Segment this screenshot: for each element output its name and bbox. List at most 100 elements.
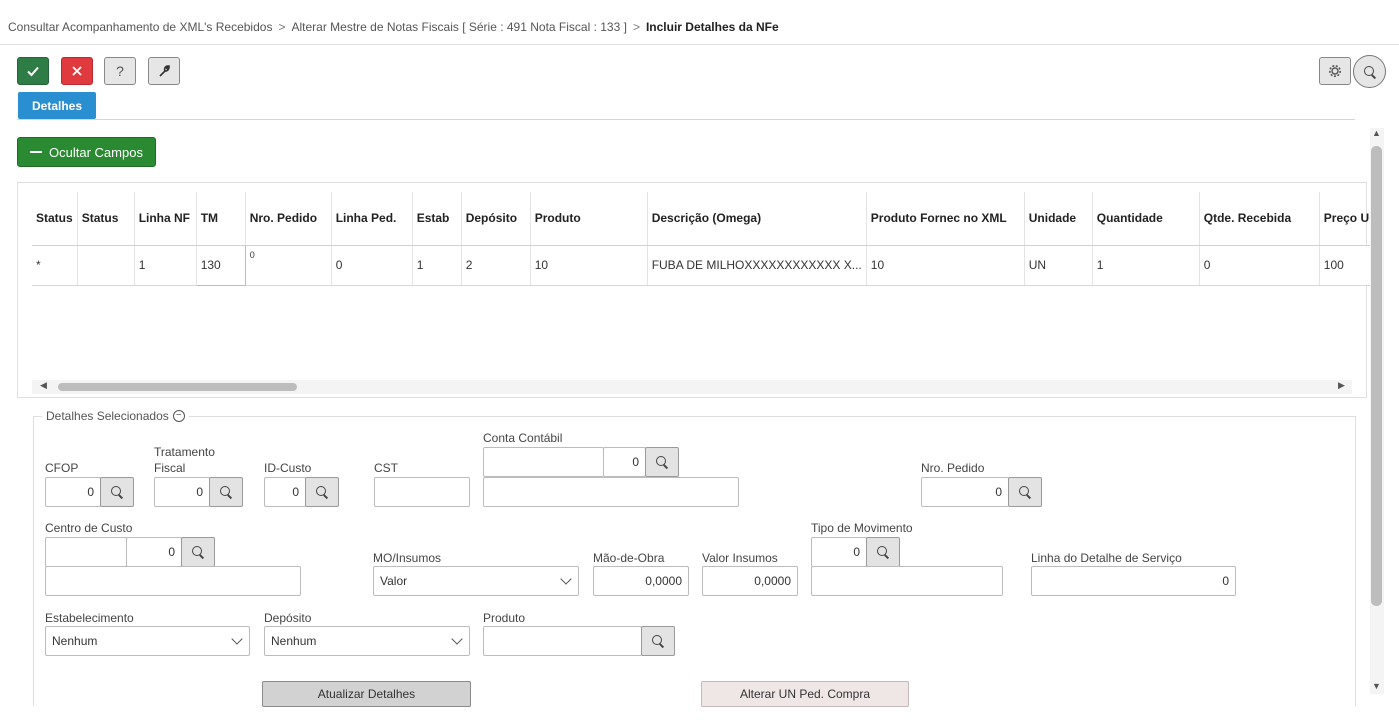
- cell-nro-pedido[interactable]: 0: [245, 245, 332, 286]
- cell-unidade[interactable]: UN: [1024, 245, 1093, 286]
- selected-details-legend: Detalhes Selecionados −: [42, 409, 189, 423]
- hide-fields-button[interactable]: Ocultar Campos: [17, 137, 156, 167]
- collapse-icon[interactable]: −: [172, 410, 185, 422]
- valor-insumos-label: Valor Insumos: [702, 551, 778, 565]
- tipo-movimento-input[interactable]: 0: [811, 537, 867, 567]
- search-button[interactable]: [1353, 55, 1386, 88]
- cell-linha-ped[interactable]: 0: [331, 245, 413, 286]
- produto-label: Produto: [483, 611, 526, 625]
- id-custo-input[interactable]: 0: [264, 477, 306, 507]
- gear-icon: [1329, 65, 1341, 77]
- mao-obra-label: Mão-de-Obra: [593, 551, 665, 565]
- cell-status[interactable]: *: [32, 245, 78, 286]
- col-header[interactable]: Produto Fornec no XML: [866, 192, 1025, 246]
- breadcrumb-item-alterar[interactable]: Alterar Mestre de Notas Fiscais [ Série …: [291, 20, 626, 34]
- vertical-scroll-thumb[interactable]: [1371, 146, 1382, 606]
- breadcrumb-separator: >: [278, 20, 286, 34]
- tools-button[interactable]: [148, 57, 180, 85]
- tratamento-fiscal-search-button[interactable]: [209, 477, 243, 507]
- col-header[interactable]: Status: [32, 192, 78, 246]
- mo-insumos-select[interactable]: Valor: [373, 566, 579, 596]
- cell-status2[interactable]: [77, 245, 135, 286]
- scroll-down-icon[interactable]: ▼: [1372, 681, 1381, 691]
- col-header[interactable]: TM: [196, 192, 246, 246]
- centro-custo-code-input[interactable]: [45, 537, 127, 567]
- cell-quantidade[interactable]: 1: [1092, 245, 1200, 286]
- cell-descricao[interactable]: FUBA DE MILHOXXXXXXXXXXXX X...: [647, 245, 867, 286]
- wrench-icon: [159, 65, 170, 77]
- chevron-down-icon: [231, 633, 243, 645]
- search-icon: [876, 545, 890, 559]
- tratamento-fiscal-input[interactable]: 0: [154, 477, 210, 507]
- centro-custo-description[interactable]: [45, 566, 301, 596]
- scroll-right-icon[interactable]: ▶: [1338, 380, 1345, 391]
- mo-insumos-value: Valor: [380, 574, 408, 588]
- conta-contabil-label: Conta Contábil: [483, 431, 563, 445]
- col-header[interactable]: Depósito: [461, 192, 531, 246]
- search-icon: [1363, 65, 1377, 79]
- conta-contabil-input[interactable]: 0: [603, 447, 646, 477]
- cancel-button[interactable]: [61, 57, 93, 85]
- breadcrumb-item-consultar[interactable]: Consultar Acompanhamento de XML's Recebi…: [8, 20, 272, 34]
- col-header[interactable]: Quantidade: [1092, 192, 1200, 246]
- estabelecimento-select[interactable]: Nenhum: [45, 626, 250, 656]
- confirm-button[interactable]: [17, 57, 49, 85]
- cfop-input[interactable]: 0: [45, 477, 101, 507]
- col-header[interactable]: Status: [77, 192, 135, 246]
- col-header[interactable]: Unidade: [1024, 192, 1093, 246]
- centro-custo-input[interactable]: 0: [126, 537, 182, 567]
- cfop-search-button[interactable]: [100, 477, 134, 507]
- scroll-up-icon[interactable]: ▲: [1372, 128, 1381, 138]
- check-icon: [27, 66, 39, 77]
- cell-produto-fornec[interactable]: 10: [866, 245, 1025, 286]
- cell-estab[interactable]: 1: [412, 245, 462, 286]
- settings-button[interactable]: [1319, 57, 1351, 85]
- id-custo-label: ID-Custo: [264, 461, 312, 475]
- col-header[interactable]: Produto: [530, 192, 648, 246]
- search-icon: [219, 485, 233, 499]
- mao-obra-input[interactable]: 0,0000: [593, 566, 689, 596]
- cell-qtde-recebida[interactable]: 0: [1199, 245, 1320, 286]
- linha-detalhe-servico-input[interactable]: 0: [1031, 566, 1236, 596]
- table-row[interactable]: * 1 130 0 0 1 2 10 FUBA DE MILHOXXXXXXXX…: [32, 244, 1379, 286]
- col-header[interactable]: Descrição (Omega): [647, 192, 867, 246]
- cell-tm[interactable]: 130: [195, 244, 246, 286]
- col-header[interactable]: Nro. Pedido: [245, 192, 332, 246]
- alterar-un-ped-compra-button[interactable]: Alterar UN Ped. Compra: [701, 681, 909, 707]
- centro-custo-search-button[interactable]: [181, 537, 215, 567]
- tipo-movimento-description[interactable]: [811, 566, 1003, 596]
- breadcrumb-separator: >: [632, 20, 640, 34]
- produto-search-button[interactable]: [641, 626, 675, 656]
- cell-deposito[interactable]: 2: [461, 245, 531, 286]
- close-icon: [72, 66, 82, 76]
- help-button[interactable]: ?: [104, 57, 136, 85]
- conta-contabil-code-input[interactable]: [483, 447, 604, 477]
- chevron-down-icon: [560, 573, 572, 585]
- nro-pedido-input[interactable]: 0: [921, 477, 1009, 507]
- col-header[interactable]: Linha Ped.: [331, 192, 413, 246]
- conta-contabil-search-button[interactable]: [645, 447, 679, 477]
- valor-insumos-input[interactable]: 0,0000: [702, 566, 798, 596]
- cst-label: CST: [374, 461, 398, 475]
- cell-linha-nf[interactable]: 1: [134, 245, 197, 286]
- hide-fields-label: Ocultar Campos: [49, 144, 143, 160]
- col-header[interactable]: Qtde. Recebida: [1199, 192, 1320, 246]
- col-header[interactable]: Estab: [412, 192, 462, 246]
- id-custo-search-button[interactable]: [305, 477, 339, 507]
- cell-produto[interactable]: 10: [530, 245, 648, 286]
- tab-detalhes[interactable]: Detalhes: [18, 92, 96, 119]
- deposito-select[interactable]: Nenhum: [264, 626, 470, 656]
- nro-pedido-label: Nro. Pedido: [921, 461, 985, 475]
- conta-contabil-description[interactable]: [483, 477, 739, 507]
- nro-pedido-search-button[interactable]: [1008, 477, 1042, 507]
- col-header[interactable]: Linha NF: [134, 192, 197, 246]
- search-icon: [191, 545, 205, 559]
- horizontal-scroll-thumb[interactable]: [58, 383, 297, 391]
- search-icon: [1018, 485, 1032, 499]
- atualizar-detalhes-button[interactable]: Atualizar Detalhes: [262, 681, 471, 707]
- breadcrumb: Consultar Acompanhamento de XML's Recebi…: [8, 20, 779, 34]
- scroll-left-icon[interactable]: ◀: [40, 380, 47, 391]
- tipo-movimento-search-button[interactable]: [866, 537, 900, 567]
- produto-input[interactable]: [483, 626, 642, 656]
- cst-input[interactable]: [374, 477, 470, 507]
